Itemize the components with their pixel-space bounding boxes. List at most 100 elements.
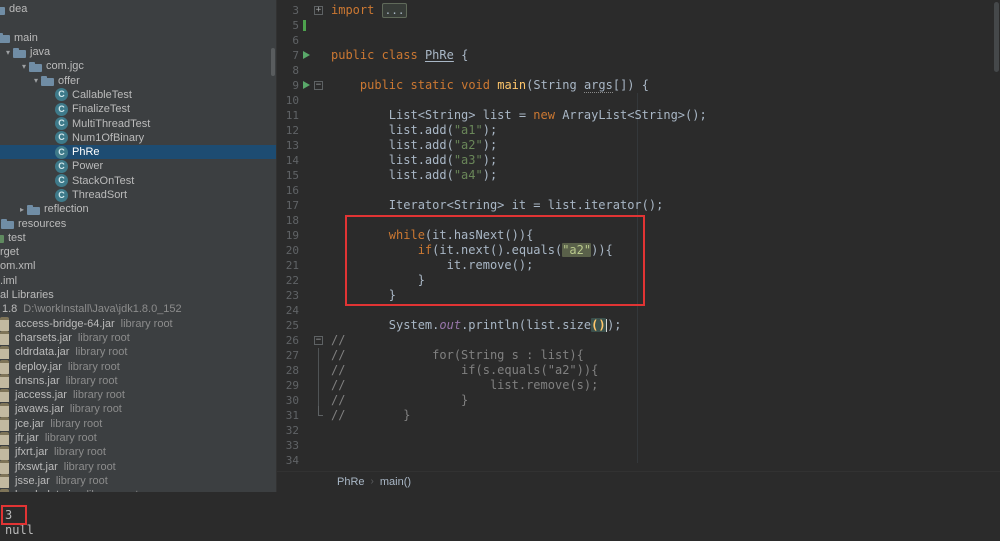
tree-item-javaws.jar[interactable]: javaws.jar library root xyxy=(0,402,276,417)
code-line[interactable]: 24 xyxy=(277,303,1000,318)
tree-item-threadsort[interactable]: ThreadSort xyxy=(0,188,276,202)
line-number[interactable]: 31 xyxy=(277,408,301,423)
code-line[interactable]: 21 it.remove(); xyxy=(277,258,1000,273)
code-line[interactable]: 16 xyxy=(277,183,1000,198)
tree-scrollbar-thumb[interactable] xyxy=(271,48,275,76)
tree-item-jsse.jar[interactable]: jsse.jar library root xyxy=(0,474,276,489)
line-number[interactable]: 18 xyxy=(277,213,301,228)
code-line[interactable]: 6 xyxy=(277,33,1000,48)
code-line[interactable]: 27 // for(String s : list){ xyxy=(277,348,1000,363)
tree-item-al-libraries[interactable]: al Libraries xyxy=(0,288,276,302)
tree-item-test[interactable]: test xyxy=(0,231,276,245)
code-line[interactable]: 28 // if(s.equals("a2")){ xyxy=(277,363,1000,378)
code-line[interactable]: 15 list.add("a4"); xyxy=(277,168,1000,183)
line-number[interactable]: 28 xyxy=(277,363,301,378)
code-line[interactable]: 11 List<String> list = new ArrayList<Str… xyxy=(277,108,1000,123)
line-number[interactable]: 30 xyxy=(277,393,301,408)
run-console[interactable]: 3 null xyxy=(0,492,1000,541)
line-number[interactable]: 33 xyxy=(277,438,301,453)
line-number[interactable]: 29 xyxy=(277,378,301,393)
line-number[interactable]: 17 xyxy=(277,198,301,213)
code-line[interactable]: 12 list.add("a1"); xyxy=(277,123,1000,138)
chevron-right-icon[interactable]: ▸ xyxy=(17,205,27,214)
code-line[interactable]: 19 while(it.hasNext()){ xyxy=(277,228,1000,243)
tree-item-cldrdata.jar[interactable]: cldrdata.jar library root xyxy=(0,345,276,360)
code-line[interactable]: 26 // xyxy=(277,333,1000,348)
code-line[interactable]: 32 xyxy=(277,423,1000,438)
chevron-down-icon[interactable]: ▾ xyxy=(31,76,41,85)
fold-minus-icon[interactable] xyxy=(314,336,323,345)
tree-item-dea[interactable]: dea xyxy=(0,2,276,16)
code-line[interactable]: 23 } xyxy=(277,288,1000,303)
tree-item-dnsns.jar[interactable]: dnsns.jar library root xyxy=(0,374,276,389)
line-number[interactable]: 27 xyxy=(277,348,301,363)
line-number[interactable]: 34 xyxy=(277,453,301,468)
code-line[interactable]: 25 System.out.println(list.size()); xyxy=(277,318,1000,333)
code-line[interactable]: 33 xyxy=(277,438,1000,453)
run-gutter-icon[interactable] xyxy=(303,51,310,59)
tree-item-charsets.jar[interactable]: charsets.jar library root xyxy=(0,331,276,346)
line-number[interactable]: 20 xyxy=(277,243,301,258)
line-number[interactable]: 6 xyxy=(277,33,301,48)
tree-item-jce.jar[interactable]: jce.jar library root xyxy=(0,417,276,431)
code-line[interactable]: 10 xyxy=(277,93,1000,108)
line-number[interactable]: 11 xyxy=(277,108,301,123)
code-line[interactable]: 30 // } xyxy=(277,393,1000,408)
tree-item-access-bridge-64.jar[interactable]: access-bridge-64.jar library root xyxy=(0,317,276,331)
code-line[interactable]: 14 list.add("a3"); xyxy=(277,153,1000,168)
tree-item-rget[interactable]: rget xyxy=(0,245,276,259)
line-number[interactable]: 19 xyxy=(277,228,301,243)
tree-item-num1ofbinary[interactable]: Num1OfBinary xyxy=(0,131,276,145)
chevron-down-icon[interactable]: ▾ xyxy=(3,48,13,57)
line-number[interactable]: 13 xyxy=(277,138,301,153)
tree-item-phre[interactable]: PhRe xyxy=(0,144,276,160)
tree-item-jaccess.jar[interactable]: jaccess.jar library root xyxy=(0,388,276,403)
code-line[interactable]: 7 public class PhRe { xyxy=(277,48,1000,63)
line-number[interactable]: 21 xyxy=(277,258,301,273)
tree-item-power[interactable]: Power xyxy=(0,159,276,173)
tree-item-multithreadtest[interactable]: MultiThreadTest xyxy=(0,116,276,131)
tree-item-reflection[interactable]: ▸ reflection xyxy=(0,202,276,216)
code-line[interactable]: 3 import ... xyxy=(277,3,1000,18)
line-number[interactable]: 8 xyxy=(277,63,301,78)
tree-item-finalizetest[interactable]: FinalizeTest xyxy=(0,102,276,116)
tree-item-java[interactable]: ▾ java xyxy=(0,45,276,59)
code-line[interactable]: 13 list.add("a2"); xyxy=(277,138,1000,153)
line-number[interactable]: 22 xyxy=(277,273,301,288)
chevron-down-icon[interactable]: ▾ xyxy=(19,62,29,71)
code-line[interactable]: 5 xyxy=(277,18,1000,33)
line-number[interactable]: 10 xyxy=(277,93,301,108)
fold-plus-icon[interactable] xyxy=(314,6,323,15)
breadcrumb-item-main[interactable]: main() xyxy=(374,476,417,488)
code-editor[interactable]: 3import ...567public class PhRe {89 publ… xyxy=(277,0,1000,471)
tree-item-jfxrt.jar[interactable]: jfxrt.jar library root xyxy=(0,445,276,460)
line-number[interactable]: 12 xyxy=(277,123,301,138)
code-line[interactable]: 8 xyxy=(277,63,1000,78)
editor-scrollbar[interactable] xyxy=(992,0,1000,471)
tree-item-resources[interactable]: resources xyxy=(0,216,276,230)
line-number[interactable]: 23 xyxy=(277,288,301,303)
code-line[interactable]: 34 xyxy=(277,453,1000,468)
tree-item-om.xml[interactable]: om.xml xyxy=(0,259,276,273)
tree-item-offer[interactable]: ▾ offer xyxy=(0,73,276,87)
tree-item-com.jgc[interactable]: ▾ com.jgc xyxy=(0,59,276,73)
code-line[interactable]: 18 xyxy=(277,213,1000,228)
code-line[interactable]: 31 // } xyxy=(277,406,1000,423)
line-number[interactable]: 16 xyxy=(277,183,301,198)
fold-minus-icon[interactable] xyxy=(314,81,323,90)
code-line[interactable]: 29 // list.remove(s); xyxy=(277,378,1000,393)
code-line[interactable]: 22 } xyxy=(277,273,1000,288)
line-number[interactable]: 24 xyxy=(277,303,301,318)
tree-item-.iml[interactable]: .iml xyxy=(0,274,276,288)
tree-item-stackontest[interactable]: StackOnTest xyxy=(0,174,276,188)
breadcrumb-item-phre[interactable]: PhRe xyxy=(331,476,371,488)
code-line[interactable]: 20 if(it.next().equals("a2")){ xyxy=(277,243,1000,258)
line-number[interactable]: 32 xyxy=(277,423,301,438)
line-number[interactable]: 9 xyxy=(277,78,301,93)
line-number[interactable]: 25 xyxy=(277,318,301,333)
tree-item-deploy.jar[interactable]: deploy.jar library root xyxy=(0,359,276,374)
run-gutter-icon[interactable] xyxy=(303,81,310,89)
code-line[interactable]: 9 public static void main(String args[])… xyxy=(277,78,1000,93)
tree-item-1.8[interactable]: 1.8 D:\workInstall\Java\jdk1.8.0_152 xyxy=(0,302,276,316)
editor-scrollbar-thumb[interactable] xyxy=(994,2,999,72)
